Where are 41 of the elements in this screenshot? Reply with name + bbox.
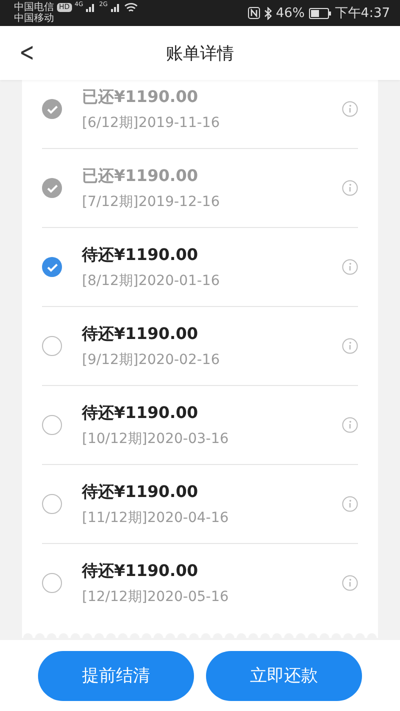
amount-label: 已还¥1190.00 xyxy=(82,166,200,186)
info-icon[interactable] xyxy=(342,259,358,275)
nfc-icon xyxy=(248,7,260,19)
checkbox[interactable] xyxy=(42,336,62,356)
signal-icon xyxy=(110,3,121,12)
carrier-label: 中国移动 xyxy=(14,13,55,24)
info-icon[interactable] xyxy=(342,575,358,591)
amount-label: 待还¥1190.00 xyxy=(82,482,200,502)
period-label: [8/12期]2020-01-16 xyxy=(82,272,221,290)
checkbox[interactable] xyxy=(42,415,62,435)
checkbox[interactable] xyxy=(42,573,62,593)
amount-label: 待还¥1190.00 xyxy=(82,560,200,582)
amount-label: 待还¥1190.00 xyxy=(82,244,200,266)
back-button[interactable]: < xyxy=(15,38,39,68)
check-icon xyxy=(46,262,58,272)
action-button[interactable]: 立即还款 xyxy=(206,650,362,700)
info-icon[interactable] xyxy=(342,180,358,196)
clock: 下午4:37 xyxy=(334,5,390,22)
bluetooth-icon xyxy=(264,6,272,20)
amount-label: 待还¥1190.00 xyxy=(82,324,200,344)
amount-label: 待还¥1190.00 xyxy=(82,402,200,424)
period-label: [11/12期]2020-04-16 xyxy=(82,508,230,526)
carrier-label: 中国电信 xyxy=(14,2,54,13)
period-label: [12/12期]2020-05-16 xyxy=(82,588,230,606)
wifi-icon xyxy=(124,2,138,13)
period-label: [6/12期]2019-11-16 xyxy=(82,114,221,132)
period-label: [10/12期]2020-03-16 xyxy=(82,430,230,448)
checkbox[interactable] xyxy=(42,494,62,514)
battery-percent: 46% xyxy=(276,6,305,20)
battery-icon xyxy=(308,8,331,18)
amount-label: 已还¥1190.00 xyxy=(82,86,200,108)
page-title: 账单详情 xyxy=(166,42,234,64)
signal-icon xyxy=(86,3,96,12)
info-icon[interactable] xyxy=(342,338,358,354)
info-icon[interactable] xyxy=(342,496,358,512)
info-icon[interactable] xyxy=(342,417,358,433)
action-button[interactable]: 提前结清 xyxy=(38,650,194,700)
checkbox[interactable] xyxy=(42,257,62,277)
info-icon[interactable] xyxy=(342,101,358,117)
period-label: [7/12期]2019-12-16 xyxy=(82,192,221,210)
period-label: [9/12期]2020-02-16 xyxy=(82,350,221,368)
